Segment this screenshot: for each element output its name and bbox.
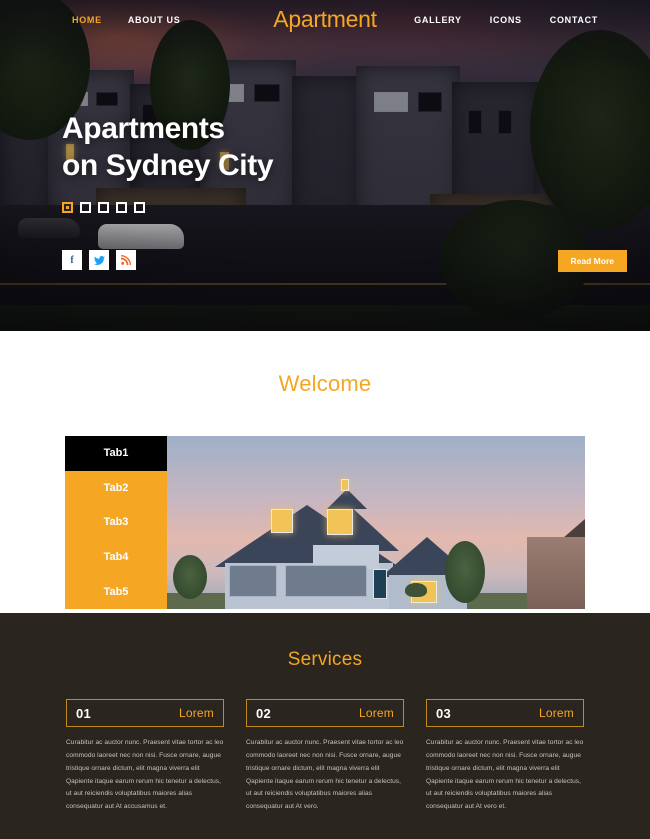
slider-dot-5[interactable] xyxy=(134,202,145,214)
slider-dot-2[interactable] xyxy=(80,202,91,214)
tab-2[interactable]: Tab2 xyxy=(65,471,167,506)
twitter-icon[interactable] xyxy=(89,250,109,270)
service-card: 01 Lorem Curabitur ac auctor nunc. Praes… xyxy=(66,699,224,814)
tab-4[interactable]: Tab4 xyxy=(65,540,167,575)
welcome-section: Welcome Tab1 Tab2 Tab3 Tab4 Tab5 xyxy=(0,331,650,613)
service-card-body: Curabitur ac auctor nunc. Praesent vitae… xyxy=(66,739,224,811)
nav-item-about-us[interactable]: ABOUT US xyxy=(128,15,181,25)
garage-door-2 xyxy=(285,565,367,597)
slider-dot-3[interactable] xyxy=(98,202,109,214)
tab-3[interactable]: Tab3 xyxy=(65,505,167,540)
service-card-header: 03 Lorem xyxy=(426,699,584,727)
hero-content: Apartments on Sydney City xyxy=(62,110,274,214)
nav-item-gallery[interactable]: GALLERY xyxy=(414,15,462,25)
garage-door-1 xyxy=(229,565,277,597)
nav-right-group: GALLERY ICONS CONTACT xyxy=(414,15,598,25)
tab-panel-image xyxy=(167,436,585,609)
tab-5[interactable]: Tab5 xyxy=(65,574,167,609)
services-section: Services 01 Lorem Curabitur ac auctor nu… xyxy=(0,613,650,839)
tabs-widget: Tab1 Tab2 Tab3 Tab4 Tab5 xyxy=(65,436,585,609)
twitter-bird-glyph xyxy=(93,255,105,265)
nav-left-group: HOME ABOUT US xyxy=(72,15,180,25)
tab-list: Tab1 Tab2 Tab3 Tab4 Tab5 xyxy=(65,436,167,609)
services-card-grid: 01 Lorem Curabitur ac auctor nunc. Praes… xyxy=(0,671,650,814)
hero-section: HOME ABOUT US Apartment GALLERY ICONS CO… xyxy=(0,0,650,331)
service-card-number: 02 xyxy=(256,705,272,721)
nav-item-contact[interactable]: CONTACT xyxy=(550,15,598,25)
facebook-icon[interactable]: f xyxy=(62,250,82,270)
nav-item-icons[interactable]: ICONS xyxy=(490,15,522,25)
rss-waves-glyph xyxy=(121,255,131,265)
service-card-label: Lorem xyxy=(358,706,394,720)
slider-dot-1[interactable] xyxy=(62,202,73,214)
front-door xyxy=(373,569,387,599)
panel-shrub xyxy=(405,583,427,597)
services-heading: Services xyxy=(287,649,363,670)
service-card-body: Curabitur ac auctor nunc. Praesent vitae… xyxy=(426,739,584,811)
welcome-heading: Welcome xyxy=(278,371,372,396)
hero-headline: Apartments on Sydney City xyxy=(62,110,274,184)
service-card-label: Lorem xyxy=(178,706,214,720)
service-card-number: 03 xyxy=(436,705,452,721)
service-card-header: 01 Lorem xyxy=(66,699,224,727)
hero-slider-dots xyxy=(62,202,273,214)
service-card-label: Lorem xyxy=(538,706,574,720)
hero-headline-line-1: Apartments xyxy=(62,112,225,145)
service-card-number: 01 xyxy=(76,705,92,721)
lit-window-1 xyxy=(271,509,293,533)
main-navigation: HOME ABOUT US Apartment GALLERY ICONS CO… xyxy=(0,0,650,40)
site-brand-logo[interactable]: Apartment xyxy=(273,6,377,33)
service-card: 03 Lorem Curabitur ac auctor nunc. Praes… xyxy=(426,699,584,814)
house-dormer xyxy=(327,489,367,509)
nav-item-home[interactable]: HOME xyxy=(72,15,102,25)
slider-dot-4[interactable] xyxy=(116,202,127,214)
lit-window-2 xyxy=(327,509,353,535)
panel-tree-right xyxy=(445,541,485,603)
lit-window-dormer xyxy=(341,479,349,491)
hero-headline-line-2: on Sydney City xyxy=(62,149,274,183)
read-more-button[interactable]: Read More xyxy=(557,250,627,272)
service-card: 02 Lorem Curabitur ac auctor nunc. Praes… xyxy=(246,699,404,814)
rss-icon[interactable] xyxy=(116,250,136,270)
social-links: f xyxy=(62,250,136,270)
panel-tree-left xyxy=(173,555,207,599)
tab-1[interactable]: Tab1 xyxy=(65,436,167,471)
service-card-header: 02 Lorem xyxy=(246,699,404,727)
neighbor-house xyxy=(527,537,585,609)
service-card-body: Curabitur ac auctor nunc. Praesent vitae… xyxy=(246,739,404,811)
